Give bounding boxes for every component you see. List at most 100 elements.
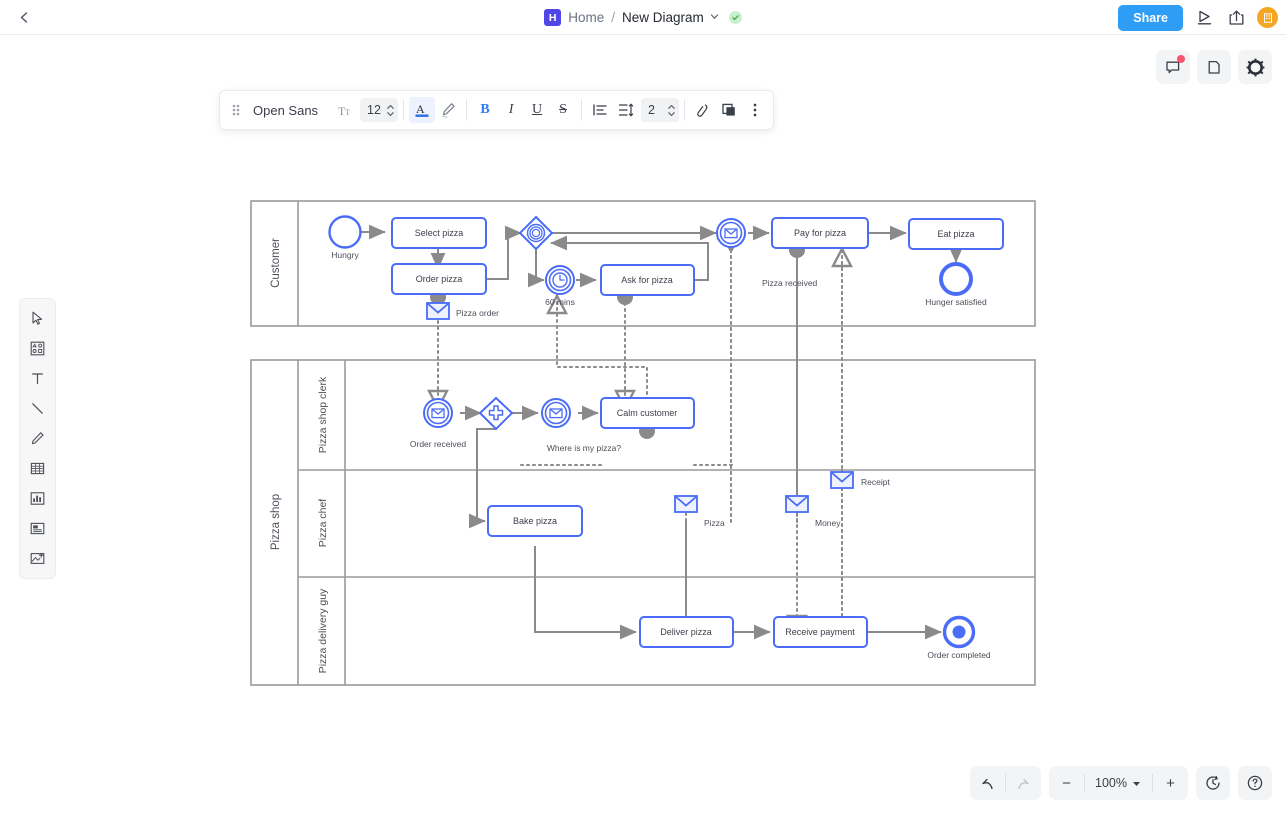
left-tool-rail xyxy=(19,298,56,579)
lane-label-chef: Pizza chef xyxy=(317,499,329,548)
diagram-canvas[interactable]: Customer Pizza shop Pizza shop clerk Piz… xyxy=(0,35,1286,816)
strikethrough-button[interactable]: S xyxy=(550,97,576,123)
bold-button[interactable]: B xyxy=(472,97,498,123)
text-align-button[interactable] xyxy=(587,97,613,123)
toolbar-divider xyxy=(684,99,686,121)
undo-button[interactable] xyxy=(970,766,1005,800)
pencil-icon xyxy=(31,432,44,445)
text-color-button[interactable]: A xyxy=(409,97,436,123)
pen-draw-tool[interactable] xyxy=(23,425,53,452)
node-label-ask-for-pizza: Ask for pizza xyxy=(621,275,673,285)
bpmn-diagram: Customer Pizza shop Pizza shop clerk Piz… xyxy=(250,200,1036,686)
node-receive-payment[interactable]: Receive payment xyxy=(773,616,868,648)
header-actions: Share xyxy=(1118,0,1278,35)
shapes-library-tool[interactable] xyxy=(23,335,53,362)
shapes-icon xyxy=(30,341,45,356)
zoom-out-button[interactable]: − xyxy=(1049,766,1084,800)
italic-button[interactable]: I xyxy=(498,97,524,123)
node-bake-pizza[interactable]: Bake pizza xyxy=(487,505,583,537)
image-insert-tool[interactable] xyxy=(23,545,53,572)
node-label-pay-for-pizza: Pay for pizza xyxy=(794,228,846,238)
right-tool-panel xyxy=(1156,50,1272,84)
node-hungry[interactable]: Hungry xyxy=(328,215,362,261)
settings-button[interactable] xyxy=(1238,50,1272,84)
present-button[interactable] xyxy=(1193,7,1215,29)
duplicate-layers-icon xyxy=(722,103,735,116)
line-tool[interactable] xyxy=(23,395,53,422)
node-timer-60-mins[interactable]: 60 mins xyxy=(545,265,575,307)
present-play-icon xyxy=(1197,10,1211,25)
version-history-button[interactable] xyxy=(1196,766,1230,800)
node-deliver-pizza[interactable]: Deliver pizza xyxy=(639,616,734,648)
node-label-hunger-satisfied: Hunger satisfied xyxy=(925,297,987,307)
chart-tool[interactable] xyxy=(23,485,53,512)
text-tool[interactable] xyxy=(23,365,53,392)
node-eat-pizza[interactable]: Eat pizza xyxy=(908,218,1004,250)
node-select-pizza[interactable]: Select pizza xyxy=(391,217,487,249)
line-spacing-spinner[interactable] xyxy=(667,104,676,117)
highlight-color-button[interactable] xyxy=(435,97,461,123)
share-export-icon xyxy=(1229,10,1243,25)
link-clip-icon xyxy=(697,104,708,117)
avatar[interactable] xyxy=(1257,7,1278,28)
toolbar-divider xyxy=(403,99,405,121)
breadcrumb-separator: / xyxy=(611,10,615,25)
zoom-in-button[interactable]: + xyxy=(1153,766,1188,800)
share-button[interactable]: Share xyxy=(1118,4,1183,31)
node-label-calm-customer: Calm customer xyxy=(617,408,678,418)
line-spacing-stepper[interactable]: 2 xyxy=(641,98,680,122)
toolbar-divider xyxy=(581,99,583,121)
zoom-level-value[interactable]: 100% xyxy=(1085,776,1131,790)
node-label-order-completed: Order completed xyxy=(927,650,991,660)
node-pay-for-pizza[interactable]: Pay for pizza xyxy=(771,217,869,249)
zoom-dropdown-button[interactable] xyxy=(1131,778,1152,789)
node-ask-for-pizza[interactable]: Ask for pizza xyxy=(600,264,695,296)
breadcrumb-home[interactable]: Home xyxy=(568,10,604,25)
font-family-select[interactable]: Open Sans xyxy=(247,103,332,118)
underline-label: U xyxy=(531,102,543,117)
text-size-icon: T T xyxy=(338,104,350,118)
font-size-spinner[interactable] xyxy=(386,104,395,117)
pages-button[interactable] xyxy=(1197,50,1231,84)
lane-label-clerk: Pizza shop clerk xyxy=(317,376,329,453)
font-size-stepper[interactable]: 12 xyxy=(360,98,399,122)
node-order-pizza[interactable]: Order pizza xyxy=(391,263,487,295)
node-label-order-pizza: Order pizza xyxy=(416,274,463,284)
node-label-deliver-pizza: Deliver pizza xyxy=(660,627,712,637)
layers-button[interactable] xyxy=(716,97,742,123)
node-calm-customer[interactable]: Calm customer xyxy=(600,397,695,429)
back-button[interactable] xyxy=(0,0,48,35)
insert-link-button[interactable] xyxy=(690,97,716,123)
underline-button[interactable]: U xyxy=(524,97,550,123)
workspace-badge[interactable]: H xyxy=(544,9,562,26)
status-badge xyxy=(728,11,742,24)
document-menu-caret[interactable] xyxy=(709,11,720,24)
table-tool[interactable] xyxy=(23,455,53,482)
text-T-icon xyxy=(31,373,43,384)
lane-label-delivery: Pizza delivery guy xyxy=(317,588,329,673)
document-title[interactable]: New Diagram xyxy=(622,10,704,25)
strikethrough-label: S xyxy=(559,102,567,117)
breadcrumb: H Home / New Diagram xyxy=(0,0,1286,35)
font-size-value: 12 xyxy=(367,103,381,117)
more-options-button[interactable] xyxy=(742,97,768,123)
node-label-receive-payment: Receive payment xyxy=(785,627,855,637)
line-spacing-button[interactable] xyxy=(613,97,639,123)
export-button[interactable] xyxy=(1225,7,1247,29)
bold-label: B xyxy=(480,102,490,117)
app-header: H Home / New Diagram Share xyxy=(0,0,1286,35)
highlighter-icon xyxy=(442,103,455,118)
select-pointer-tool[interactable] xyxy=(23,305,53,332)
undo-icon xyxy=(982,778,993,789)
help-button[interactable] xyxy=(1238,766,1272,800)
chevron-up-icon xyxy=(387,104,394,109)
line-spacing-value: 2 xyxy=(648,103,655,117)
redo-button[interactable] xyxy=(1006,766,1041,800)
toolbar-drag-handle[interactable] xyxy=(225,102,247,118)
chevron-up-icon xyxy=(668,104,675,109)
comments-button[interactable] xyxy=(1156,50,1190,84)
font-size-icon-button[interactable]: T T xyxy=(332,97,358,123)
node-label-timer: 60 mins xyxy=(545,297,575,307)
note-card-tool[interactable] xyxy=(23,515,53,542)
text-color-A-icon: A xyxy=(415,102,429,117)
